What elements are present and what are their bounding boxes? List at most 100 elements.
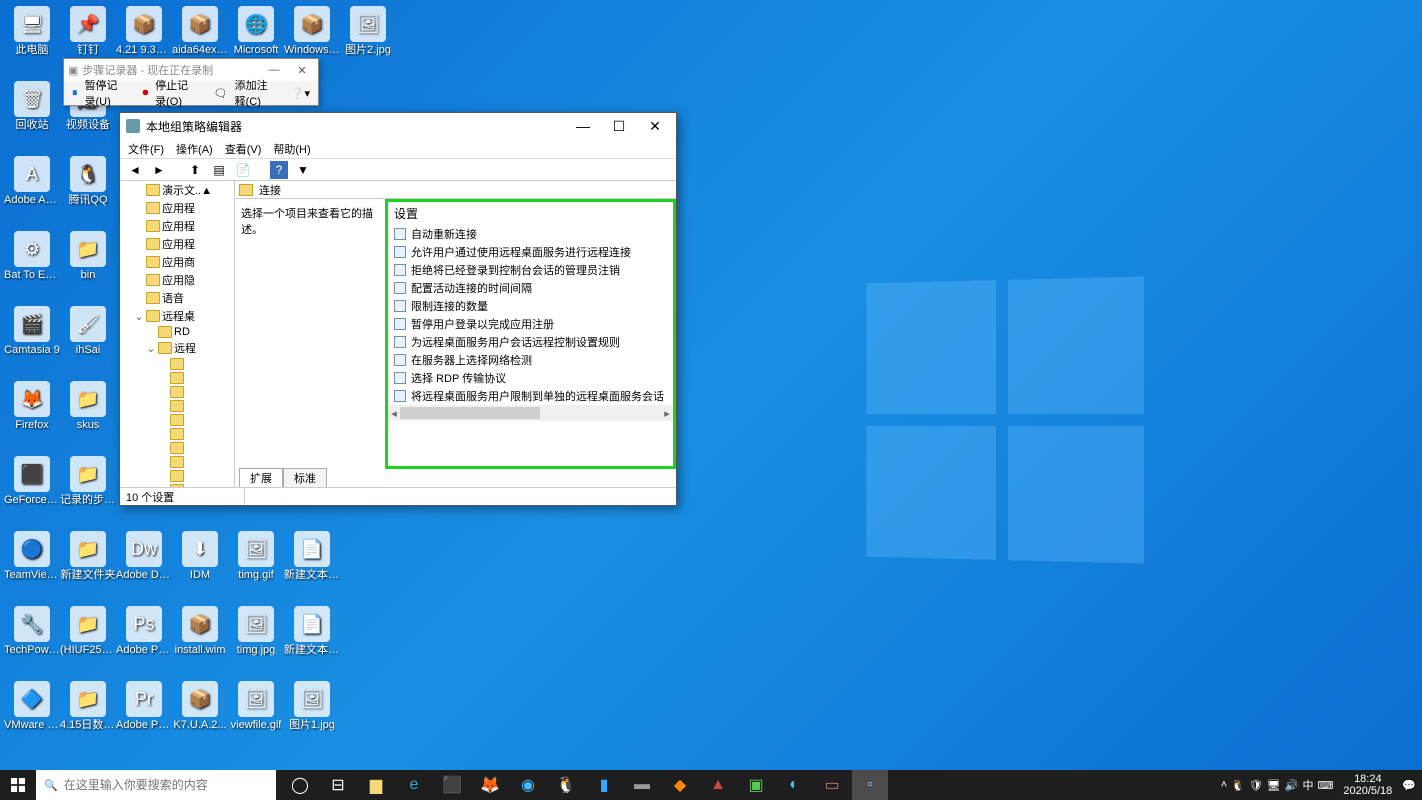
tray-keyboard-icon[interactable]: ⌨ [1317,779,1333,792]
desktop-icon[interactable]: 📁新建文件夹 [60,529,116,604]
desktop-icon[interactable]: PrAdobe Premie... [116,679,172,754]
menu-item[interactable]: 帮助(H) [273,141,310,157]
desktop-icon[interactable]: 🖼图片2.jpg [340,4,396,79]
gpedit-taskbar[interactable]: ▫ [852,770,888,800]
add-comment-button[interactable]: 🗨添加注释(C) [210,73,283,113]
tree-item[interactable] [120,413,234,427]
desktop-icon[interactable]: 🗑回收站 [4,79,60,154]
back-button[interactable]: ◄ [126,161,144,179]
stop-record-button[interactable]: ⏺停止记录(O) [139,73,206,113]
gpedit-window[interactable]: 本地组策略编辑器 — ☐ ✕ 文件(F)操作(A)查看(V)帮助(H) ◄ ► … [119,112,677,506]
tray-qq-icon[interactable]: 🐧 [1231,779,1245,792]
desktop-icon[interactable]: 📁记录的步骤files [60,454,116,529]
task-view-button[interactable]: ◯ [282,770,318,800]
export-list-button[interactable]: 📄 [234,161,252,179]
help-button[interactable]: ? [270,161,288,179]
desktop-icon[interactable]: 🖼timg.gif [228,529,284,604]
tree-item[interactable]: › [120,483,234,487]
desktop-icon[interactable]: 📁skus [60,379,116,454]
desktop-icon[interactable]: 🖥此电脑 [4,4,60,79]
desktop-icon[interactable]: DwAdobe Dreamwe... [116,529,172,604]
gpedit-menubar[interactable]: 文件(F)操作(A)查看(V)帮助(H) [120,139,676,159]
scroll-right-arrow[interactable]: ▸ [661,405,673,421]
steps-recorder-taskbar[interactable]: ▭ [814,770,850,800]
tree-item[interactable]: 演示文..▲ [120,181,234,199]
desktop-icon[interactable]: 🖼viewfile.gif [228,679,284,754]
app-button-4[interactable]: ◐ [776,770,812,800]
tray-ime-icon[interactable]: 中 [1302,777,1313,793]
view-tab[interactable]: 标准 [283,468,327,487]
desktop-icon[interactable]: AAdobe Acrobat DC [4,154,60,229]
cortana-button[interactable]: ⊟ [320,770,356,800]
browser-button[interactable]: ◉ [510,770,546,800]
setting-row[interactable]: 自动重新连接 [388,225,673,243]
desktop-icon[interactable]: 🔷VMware Workstati... [4,679,60,754]
desktop-icon[interactable]: ⬛GeForce Experience [4,454,60,529]
setting-row[interactable]: 将远程桌面服务用户限制到单独的远程桌面服务会话 [388,387,673,405]
tree-item[interactable]: 应用程 [120,235,234,253]
close-button[interactable]: ✕ [640,118,670,135]
maximize-button[interactable]: ☐ [604,118,634,135]
store-button[interactable]: ⬛ [434,770,470,800]
app-button-3[interactable]: ▣ [738,770,774,800]
up-button[interactable]: ⬆ [186,161,204,179]
start-button[interactable] [0,770,36,800]
vscode-button[interactable]: ▮ [586,770,622,800]
tree-item[interactable]: 应用隐 [120,271,234,289]
tree-item[interactable]: RD [120,325,234,339]
desktop-icon[interactable]: 🖼图片1.jpg [284,679,340,754]
gpedit-titlebar[interactable]: 本地组策略编辑器 — ☐ ✕ [120,113,676,139]
column-header-setting[interactable]: 设置 [388,202,673,225]
desktop-icon[interactable]: 🔧TechPower GPU-Z [4,604,60,679]
tree-item[interactable]: 应用程 [120,217,234,235]
system-tray[interactable]: ˄ 🐧 🛡 🖥 🔊 中 ⌨ 18:24 2020/5/18 💬 [1215,773,1422,797]
filter-button[interactable]: ▼ [294,161,312,179]
gpedit-view-tabs[interactable]: 扩展标准 [235,469,676,487]
app-button-1[interactable]: ◆ [662,770,698,800]
setting-row[interactable]: 选择 RDP 传输协议 [388,369,673,387]
horizontal-scrollbar[interactable]: ◂ ▸ [388,405,673,421]
help-button[interactable]: ❔▾ [287,85,314,102]
tree-item[interactable]: 语音 [120,289,234,307]
menu-item[interactable]: 查看(V) [225,141,262,157]
scroll-thumb[interactable] [400,407,540,419]
desktop-icon[interactable]: 🐧腾讯QQ [60,154,116,229]
qq-button[interactable]: 🐧 [548,770,584,800]
expand-icon[interactable]: › [158,484,168,487]
desktop-icon[interactable]: ⬇IDM [172,529,228,604]
steps-recorder-window[interactable]: ▣ 步骤记录器 - 现在正在录制 — ✕ ⏸暂停记录(U) ⏺停止记录(O) 🗨… [63,58,319,106]
tree-item[interactable]: ⌄远程桌 [120,307,234,325]
gpedit-tree-pane[interactable]: 演示文..▲应用程应用程应用程应用商应用隐语音⌄远程桌RD⌄远程› [120,181,235,487]
tree-item[interactable] [120,455,234,469]
tray-clock[interactable]: 18:24 2020/5/18 [1337,773,1398,797]
tray-volume-icon[interactable]: 🔊 [1285,779,1299,792]
desktop-icon[interactable]: 🦊Firefox [4,379,60,454]
gpedit-toolbar[interactable]: ◄ ► ⬆ ▤ 📄 ? ▼ [120,159,676,181]
desktop-icon[interactable]: 🖌ihSai [60,304,116,379]
setting-row[interactable]: 在服务器上选择网络检测 [388,351,673,369]
setting-row[interactable]: 配置活动连接的时间间隔 [388,279,673,297]
desktop-icon[interactable]: 🎬Camtasia 9 [4,304,60,379]
setting-row[interactable]: 为远程桌面服务用户会话远程控制设置规则 [388,333,673,351]
tree-item[interactable] [120,427,234,441]
setting-row[interactable]: 允许用户通过使用远程桌面服务进行远程连接 [388,243,673,261]
show-hide-tree-button[interactable]: ▤ [210,161,228,179]
desktop-icon[interactable]: 📦K7.U.A.2... [172,679,228,754]
expand-icon[interactable]: ⌄ [134,310,144,323]
tray-chevron-up-icon[interactable]: ˄ [1221,779,1227,791]
firefox-button[interactable]: 🦊 [472,770,508,800]
tree-item[interactable]: 应用程 [120,199,234,217]
desktop-icon[interactable]: 📁(HIUF25%... [60,604,116,679]
tray-network-icon[interactable]: 🖥 [1267,779,1281,792]
desktop-icon[interactable]: 📄新建文本文档.jpg [284,604,340,679]
desktop-icon[interactable]: 📁bin [60,229,116,304]
tree-item[interactable] [120,371,234,385]
taskbar-search[interactable]: 🔍 [36,770,276,800]
setting-row[interactable]: 暂停用户登录以完成应用注册 [388,315,673,333]
expand-icon[interactable]: ⌄ [146,342,156,355]
app-button-2[interactable]: ▲ [700,770,736,800]
tree-item[interactable] [120,357,234,371]
close-button[interactable]: ✕ [290,64,314,77]
scroll-left-arrow[interactable]: ◂ [388,405,400,421]
edge-button[interactable]: e [396,770,432,800]
